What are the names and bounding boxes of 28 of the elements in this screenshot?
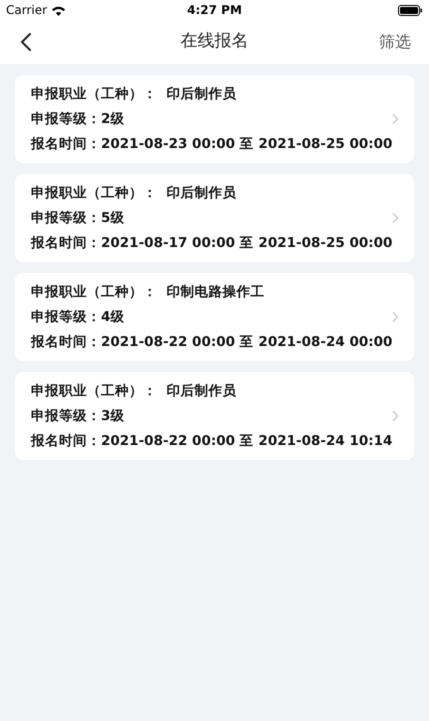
page-title: 在线报名 (180, 30, 248, 54)
card-line: 申报等级：5级 (31, 208, 126, 228)
card-line: 申报职业（工种）： 印后制作员 (31, 382, 238, 400)
card-line: 报名时间：2021-08-22 00:00 至 2021-08-24 00:00 (31, 332, 392, 352)
registration-card[interactable]: 申报职业（工种）： 印后制作员 申报等级：3级 报名时间：2021-08-22 00:00 至 2021-08-24 10:14 (15, 372, 414, 460)
card-line: 申报职业（工种）： 印后制作员 (31, 184, 238, 202)
status-time: 4:27 PM (187, 2, 242, 19)
battery-icon (398, 4, 423, 16)
card-line: 申报职业（工种）： 印制电路操作工 (31, 282, 266, 302)
carrier-label: Carrier (6, 2, 48, 19)
back-button[interactable] (18, 31, 34, 53)
card-line: 申报等级：2级 (31, 110, 126, 128)
chevron-right-icon (392, 311, 399, 323)
card-line: 申报等级：3级 (31, 406, 126, 426)
chevron-right-icon (392, 212, 399, 224)
card-line: 报名时间：2021-08-22 00:00 至 2021-08-24 10:14 (31, 432, 392, 450)
wifi-icon (51, 4, 66, 16)
chevron-right-icon (392, 410, 399, 422)
registration-card[interactable]: 申报职业（工种）： 印后制作员 申报等级：2级 报名时间：2021-08-23 00:00 至 2021-08-25 00:00 (15, 75, 414, 163)
card-line: 报名时间：2021-08-17 00:00 至 2021-08-25 00:00 (31, 234, 392, 252)
chevron-right-icon (392, 113, 399, 125)
card-line: 申报职业（工种）： 印后制作员 (31, 84, 238, 104)
registration-card[interactable]: 申报职业（工种）： 印制电路操作工 申报等级：4级 报名时间：2021-08-22 00:00 至 2021-08-24 00:00 (15, 273, 414, 361)
back-icon (20, 33, 32, 51)
registration-card[interactable]: 申报职业（工种）： 印后制作员 申报等级：5级 报名时间：2021-08-17 00:00 至 2021-08-25 00:00 (15, 174, 414, 262)
filter-button[interactable]: 筛选 (379, 30, 411, 54)
card-line: 报名时间：2021-08-23 00:00 至 2021-08-25 00:00 (31, 134, 392, 154)
card-line: 申报等级：4级 (31, 308, 126, 326)
